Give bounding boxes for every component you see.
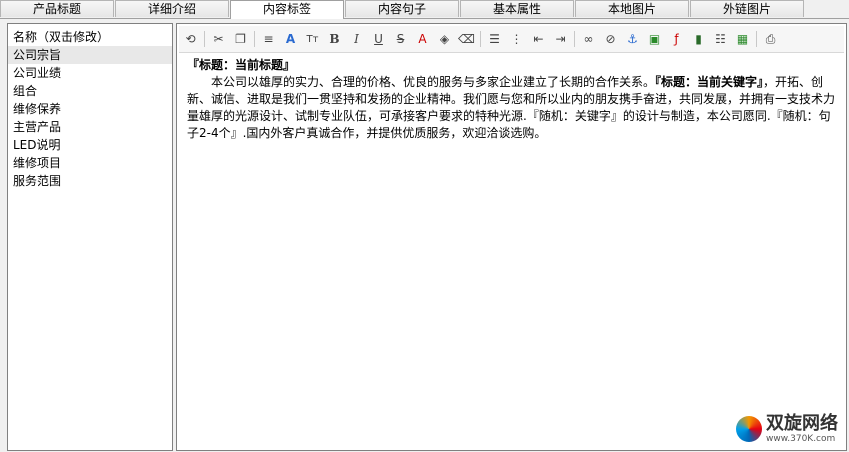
list-item[interactable]: 公司业绩 bbox=[8, 64, 172, 82]
table-icon[interactable]: ▦ bbox=[733, 30, 752, 49]
text-size-icon[interactable]: Tт bbox=[303, 30, 322, 49]
toolbar-divider bbox=[254, 31, 255, 47]
editor-content[interactable]: 『标题：当前标题』 本公司以雄厚的实力、合理的价格、优良的服务与多家企业建立了长… bbox=[187, 57, 842, 142]
content-text: 本公司以雄厚的实力、合理的价格、优良的服务与多家企业建立了长期的合作关系。 bbox=[211, 75, 656, 89]
list-item[interactable]: 主营产品 bbox=[8, 118, 172, 136]
indent-icon[interactable]: ⇥ bbox=[551, 30, 570, 49]
toolbar-divider bbox=[756, 31, 757, 47]
watermark: 双旋网络 www.370K.com bbox=[736, 414, 838, 444]
italic-icon[interactable]: I bbox=[347, 30, 366, 49]
list-item[interactable]: 服务范围 bbox=[8, 172, 172, 190]
unordered-list-icon[interactable]: ⋮ bbox=[507, 30, 526, 49]
image-icon[interactable]: ▣ bbox=[645, 30, 664, 49]
content-paragraph: 本公司以雄厚的实力、合理的价格、优良的服务与多家企业建立了长期的合作关系。『标题… bbox=[187, 74, 842, 142]
watermark-url: www.370K.com bbox=[766, 434, 836, 444]
bold-icon[interactable]: B bbox=[325, 30, 344, 49]
source-icon[interactable]: ⟲ bbox=[181, 30, 200, 49]
eraser-icon[interactable]: ⌫ bbox=[457, 30, 476, 49]
list-item[interactable]: 维修项目 bbox=[8, 154, 172, 172]
editor-panel: ⟲ ✂ ❐ ≡ A Tт B I U S A ◈ ⌫ ☰ ⋮ ⇤ ⇥ ∞ ⊘ ⚓… bbox=[176, 23, 847, 451]
ordered-list-icon[interactable]: ☰ bbox=[485, 30, 504, 49]
strikethrough-icon[interactable]: S bbox=[391, 30, 410, 49]
tab-content-sentences[interactable]: 内容句子 bbox=[345, 0, 459, 17]
tab-detail[interactable]: 详细介绍 bbox=[115, 0, 229, 17]
tab-external-images[interactable]: 外链图片 bbox=[690, 0, 804, 17]
media-icon[interactable]: ▮ bbox=[689, 30, 708, 49]
print-icon[interactable]: ⎙ bbox=[761, 30, 780, 49]
editor-toolbar: ⟲ ✂ ❐ ≡ A Tт B I U S A ◈ ⌫ ☰ ⋮ ⇤ ⇥ ∞ ⊘ ⚓… bbox=[179, 26, 844, 53]
logo-icon bbox=[736, 416, 762, 442]
copy-icon[interactable]: ❐ bbox=[231, 30, 250, 49]
toolbar-divider bbox=[204, 31, 205, 47]
tab-local-images[interactable]: 本地图片 bbox=[575, 0, 689, 17]
tag-list-panel: 名称（双击修改） 公司宗旨 公司业绩 组合 维修保养 主营产品 LED说明 维修… bbox=[7, 23, 173, 451]
link-icon[interactable]: ∞ bbox=[579, 30, 598, 49]
toolbar-divider bbox=[480, 31, 481, 47]
watermark-name: 双旋网络 bbox=[766, 413, 838, 434]
list-header: 名称（双击修改） bbox=[13, 30, 110, 44]
cut-icon[interactable]: ✂ bbox=[209, 30, 228, 49]
list-item[interactable]: LED说明 bbox=[8, 136, 172, 154]
font-color-icon[interactable]: A bbox=[413, 30, 432, 49]
unlink-icon[interactable]: ⊘ bbox=[601, 30, 620, 49]
keyword-tag: 『标题：当前关键字』 bbox=[655, 75, 764, 89]
font-size-icon[interactable]: A bbox=[281, 30, 300, 49]
tab-bar: 产品标题 详细介绍 内容标签 内容句子 基本属性 本地图片 外链图片 bbox=[0, 0, 849, 19]
outdent-icon[interactable]: ⇤ bbox=[529, 30, 548, 49]
list-item[interactable]: 组合 bbox=[8, 82, 172, 100]
list-item[interactable]: 公司宗旨 bbox=[8, 46, 172, 64]
highlight-icon[interactable]: ◈ bbox=[435, 30, 454, 49]
toolbar-divider bbox=[574, 31, 575, 47]
content-title: 『标题：当前标题』 bbox=[187, 58, 296, 72]
tab-basic-attributes[interactable]: 基本属性 bbox=[460, 0, 574, 17]
underline-icon[interactable]: U bbox=[369, 30, 388, 49]
align-icon[interactable]: ≡ bbox=[259, 30, 278, 49]
tab-product-title[interactable]: 产品标题 bbox=[0, 0, 114, 17]
tab-content-tags[interactable]: 内容标签 bbox=[230, 0, 344, 19]
flash-icon[interactable]: ƒ bbox=[667, 30, 686, 49]
hr-icon[interactable]: ☷ bbox=[711, 30, 730, 49]
list-item[interactable]: 维修保养 bbox=[8, 100, 172, 118]
anchor-icon[interactable]: ⚓ bbox=[623, 30, 642, 49]
